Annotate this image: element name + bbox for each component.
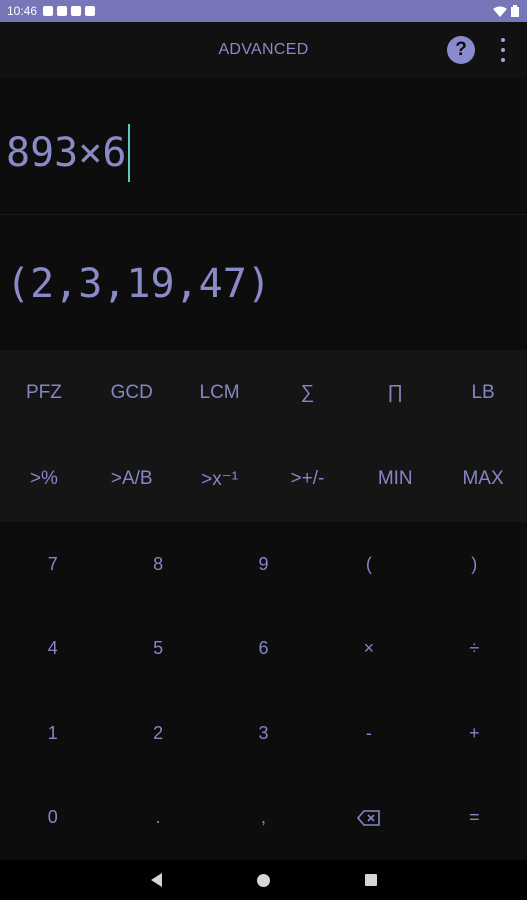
- system-navigation-bar: [0, 860, 527, 900]
- key-open-paren[interactable]: (: [316, 522, 421, 607]
- number-keypad: 7 8 9 ( ) 4 5 6 × ÷ 1 2 3 - + 0 . , =: [0, 522, 527, 860]
- key-6[interactable]: 6: [211, 607, 316, 692]
- expression-text: 893×6: [6, 130, 127, 176]
- key-to-reciprocal[interactable]: >x⁻¹: [176, 436, 264, 522]
- key-to-fraction[interactable]: >A/B: [88, 436, 176, 522]
- key-to-percent[interactable]: >%: [0, 436, 88, 522]
- key-4[interactable]: 4: [0, 607, 105, 692]
- help-button[interactable]: ?: [447, 36, 475, 64]
- key-pfz[interactable]: PFZ: [0, 350, 88, 436]
- expression-display[interactable]: 893×6: [6, 124, 131, 182]
- key-3[interactable]: 3: [211, 691, 316, 776]
- text-cursor: [128, 124, 131, 182]
- key-min[interactable]: MIN: [351, 436, 439, 522]
- home-icon[interactable]: [256, 873, 270, 887]
- wifi-icon: [493, 6, 507, 17]
- overflow-menu-icon[interactable]: [497, 38, 509, 62]
- recents-icon[interactable]: [364, 874, 377, 886]
- key-minus[interactable]: -: [316, 691, 421, 776]
- status-bar: 10:46: [0, 0, 527, 22]
- key-equals[interactable]: =: [422, 776, 527, 861]
- back-icon[interactable]: [150, 873, 162, 887]
- key-toggle-sign[interactable]: >+/-: [264, 436, 352, 522]
- mode-title[interactable]: ADVANCED: [218, 41, 308, 59]
- app-bar: ADVANCED ?: [0, 22, 527, 78]
- backspace-icon: [356, 809, 380, 826]
- key-7[interactable]: 7: [0, 522, 105, 607]
- key-8[interactable]: 8: [105, 522, 210, 607]
- result-panel: (2,3,19,47): [0, 215, 527, 350]
- key-max[interactable]: MAX: [439, 436, 527, 522]
- status-time: 10:46: [7, 4, 38, 18]
- key-multiply[interactable]: ×: [316, 607, 421, 692]
- key-divide[interactable]: ÷: [422, 607, 527, 692]
- key-2[interactable]: 2: [105, 691, 210, 776]
- key-lb[interactable]: LB: [439, 350, 527, 436]
- result-text: (2,3,19,47): [6, 261, 271, 307]
- key-plus[interactable]: +: [422, 691, 527, 776]
- notification-icon: [57, 6, 68, 16]
- key-close-paren[interactable]: ): [422, 522, 527, 607]
- advanced-keypad: PFZ GCD LCM ∑ ∏ LB >% >A/B >x⁻¹ >+/- MIN…: [0, 350, 527, 522]
- key-5[interactable]: 5: [105, 607, 210, 692]
- key-lcm[interactable]: LCM: [176, 350, 264, 436]
- key-gcd[interactable]: GCD: [88, 350, 176, 436]
- help-icon: ?: [455, 39, 467, 60]
- key-decimal-point[interactable]: .: [105, 776, 210, 861]
- notification-icon: [43, 6, 54, 16]
- key-comma[interactable]: ,: [211, 776, 316, 861]
- sd-card-icon: [85, 6, 96, 16]
- notification-icons: [43, 6, 96, 16]
- key-sum[interactable]: ∑: [264, 350, 352, 436]
- key-0[interactable]: 0: [0, 776, 105, 861]
- battery-icon: [511, 5, 519, 17]
- key-9[interactable]: 9: [211, 522, 316, 607]
- backspace-button[interactable]: [316, 776, 421, 861]
- expression-panel[interactable]: 893×6: [0, 78, 527, 215]
- key-product[interactable]: ∏: [351, 350, 439, 436]
- notification-icon: [71, 6, 82, 16]
- key-1[interactable]: 1: [0, 691, 105, 776]
- system-icons: [493, 5, 519, 17]
